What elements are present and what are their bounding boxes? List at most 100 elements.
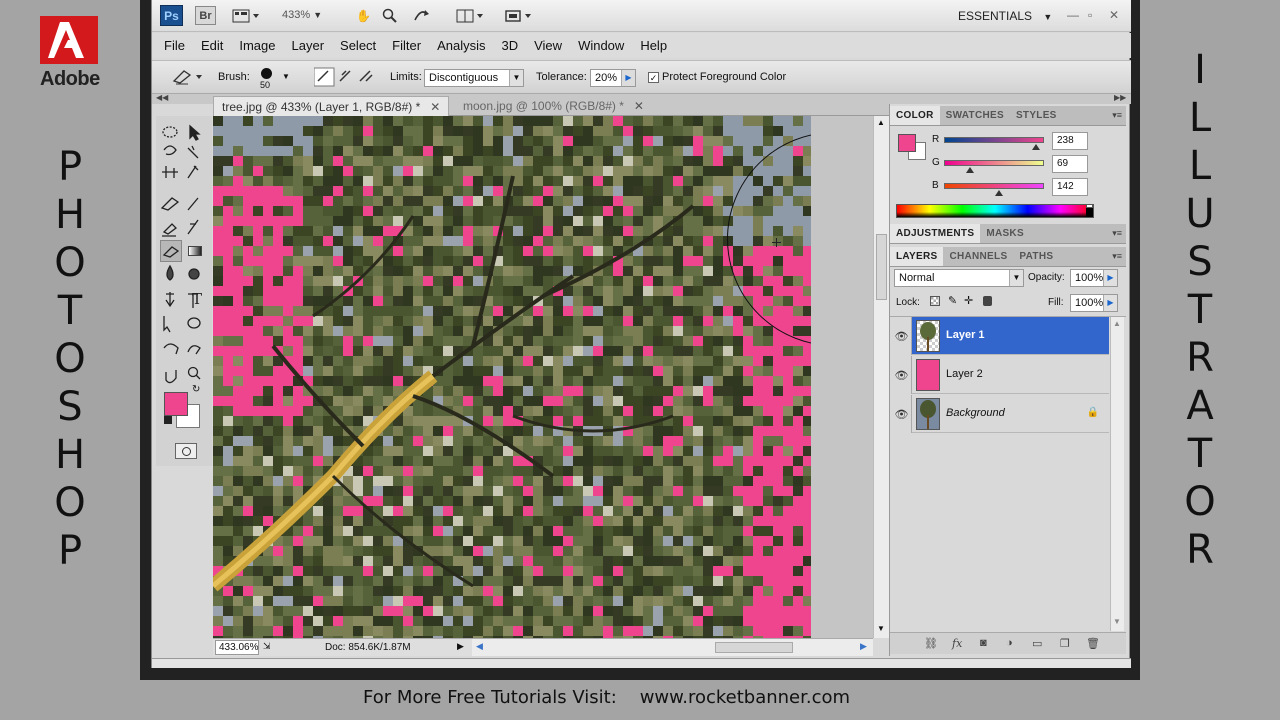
status-menu-arrow-icon[interactable]: ▶ bbox=[457, 641, 464, 652]
scroll-right-icon[interactable]: ▶ bbox=[860, 641, 867, 652]
zoom-tool[interactable] bbox=[188, 364, 206, 382]
path-selection-tool[interactable] bbox=[164, 314, 182, 332]
marquee-tool[interactable] bbox=[164, 126, 182, 144]
brush-picker[interactable]: 50 ▼ bbox=[254, 67, 290, 90]
foreground-color-swatch[interactable] bbox=[164, 392, 188, 416]
close-icon[interactable]: ✕ bbox=[430, 100, 440, 114]
blue-knob[interactable] bbox=[995, 190, 1003, 196]
shape-tool[interactable] bbox=[188, 314, 206, 332]
eye-icon[interactable]: 👁 bbox=[892, 395, 912, 433]
menu-3d[interactable]: 3D bbox=[501, 38, 518, 53]
tab-styles[interactable]: STYLES bbox=[1010, 106, 1063, 125]
scroll-left-icon[interactable]: ◀ bbox=[476, 641, 483, 652]
3d-rotate-tool[interactable] bbox=[164, 340, 182, 358]
red-knob[interactable] bbox=[1032, 144, 1040, 150]
limits-select[interactable]: Discontiguous ▼ bbox=[424, 69, 524, 87]
lock-pixels-icon[interactable]: ✎ bbox=[948, 294, 957, 307]
tab-layers[interactable]: LAYERS bbox=[890, 247, 944, 266]
zoom-tool-button[interactable] bbox=[382, 7, 398, 24]
zoom-field[interactable]: 433.06% bbox=[215, 640, 259, 655]
close-icon[interactable]: ✕ bbox=[634, 99, 644, 113]
opacity-input[interactable]: 100% ▶ bbox=[1070, 269, 1118, 287]
layer-name[interactable]: Background bbox=[946, 407, 1005, 419]
layer-row-background[interactable]: 👁 Background 🔒 bbox=[892, 395, 1109, 433]
quick-selection-tool[interactable] bbox=[188, 146, 206, 164]
eyedropper-tool[interactable] bbox=[188, 166, 206, 184]
layers-scrollbar[interactable]: ▲ ▼ bbox=[1110, 317, 1124, 631]
panel-menu-icon[interactable]: ▾≡ bbox=[1112, 228, 1122, 239]
quick-mask-button[interactable] bbox=[175, 443, 197, 459]
brush-tool[interactable] bbox=[188, 196, 206, 214]
layer-style-icon[interactable]: fx bbox=[952, 637, 962, 650]
eye-icon[interactable]: 👁 bbox=[892, 317, 912, 355]
rotate-view-button[interactable] bbox=[412, 7, 430, 24]
tab-tree[interactable]: tree.jpg @ 433% (Layer 1, RGB/8#) * ✕ bbox=[213, 96, 450, 116]
menu-window[interactable]: Window bbox=[578, 38, 624, 53]
blend-mode-select[interactable]: Normal ▼ bbox=[894, 269, 1024, 287]
layer-row-layer-2[interactable]: 👁 Layer 2 bbox=[892, 356, 1109, 394]
blue-slider[interactable]: B 142 bbox=[932, 178, 1110, 198]
arrange-documents-button[interactable] bbox=[456, 7, 484, 24]
eye-icon[interactable]: 👁 bbox=[892, 356, 912, 394]
red-slider[interactable]: R 238 bbox=[932, 132, 1110, 152]
lock-position-icon[interactable]: ✛ bbox=[964, 294, 973, 307]
green-slider[interactable]: G 69 bbox=[932, 155, 1110, 175]
clone-stamp-tool[interactable] bbox=[164, 220, 182, 238]
3d-orbit-tool[interactable] bbox=[188, 340, 206, 358]
tab-adjustments[interactable]: ADJUSTMENTS bbox=[890, 224, 981, 243]
blur-tool[interactable] bbox=[164, 264, 182, 282]
tab-paths[interactable]: PATHS bbox=[1013, 247, 1059, 266]
default-colors-icon[interactable] bbox=[164, 416, 172, 424]
adjustment-layer-icon[interactable]: ◑ bbox=[1006, 637, 1013, 649]
background-eraser-tool[interactable] bbox=[160, 240, 182, 262]
bridge-button[interactable]: Br bbox=[195, 6, 216, 25]
color-spectrum-bar[interactable] bbox=[896, 204, 1094, 218]
menu-edit[interactable]: Edit bbox=[201, 38, 223, 53]
menu-select[interactable]: Select bbox=[340, 38, 376, 53]
dodge-tool[interactable] bbox=[188, 264, 206, 282]
menu-image[interactable]: Image bbox=[239, 38, 275, 53]
move-tool[interactable] bbox=[188, 126, 206, 144]
tab-channels[interactable]: CHANNELS bbox=[943, 247, 1013, 266]
collapse-tools-icon[interactable]: ◀◀ bbox=[156, 93, 168, 102]
expand-panels-icon[interactable]: ▶▶ bbox=[1114, 93, 1126, 102]
zoom-level-select[interactable]: 433% ▼ bbox=[282, 9, 322, 21]
type-tool[interactable]: T bbox=[188, 290, 206, 308]
menu-filter[interactable]: Filter bbox=[392, 38, 421, 53]
red-ramp[interactable] bbox=[944, 137, 1044, 143]
scroll-down-icon[interactable]: ▼ bbox=[1113, 617, 1121, 626]
gradient-tool[interactable] bbox=[184, 240, 206, 262]
new-layer-icon[interactable]: ❐ bbox=[1060, 637, 1070, 650]
blue-ramp[interactable] bbox=[944, 183, 1044, 189]
tolerance-input[interactable]: 20% ▶ bbox=[590, 69, 636, 87]
green-value-input[interactable]: 69 bbox=[1052, 155, 1088, 173]
healing-brush-tool[interactable] bbox=[164, 196, 182, 214]
history-brush-tool[interactable] bbox=[188, 220, 206, 238]
menu-analysis[interactable]: Analysis bbox=[437, 38, 485, 53]
spectrum-white-chip[interactable] bbox=[1086, 204, 1093, 208]
horizontal-scrollbar[interactable]: ◀ ▶ bbox=[472, 638, 873, 656]
screen-mode-button[interactable] bbox=[504, 7, 532, 24]
crop-tool[interactable] bbox=[164, 166, 182, 184]
pen-tool[interactable] bbox=[164, 290, 182, 308]
green-ramp[interactable] bbox=[944, 160, 1044, 166]
workspace-switcher[interactable]: ESSENTIALS ▼ bbox=[958, 9, 1052, 23]
sampling-mode-buttons[interactable] bbox=[313, 67, 378, 89]
protect-foreground-checkbox[interactable]: ✓ bbox=[648, 72, 659, 83]
menu-help[interactable]: Help bbox=[640, 38, 667, 53]
minimize-button[interactable]: — bbox=[1067, 8, 1079, 22]
document-canvas[interactable] bbox=[213, 116, 873, 638]
hand-tool[interactable] bbox=[164, 364, 182, 382]
tool-preset-picker[interactable] bbox=[170, 67, 206, 89]
layer-row-layer-1[interactable]: 👁 Layer 1 bbox=[892, 317, 1109, 355]
menu-view[interactable]: View bbox=[534, 38, 562, 53]
trash-icon[interactable]: 🗑 bbox=[1086, 637, 1100, 650]
layer-name[interactable]: Layer 2 bbox=[946, 368, 983, 380]
status-export-icon[interactable]: ⇲ bbox=[263, 641, 271, 652]
panel-menu-icon[interactable]: ▾≡ bbox=[1112, 110, 1122, 121]
lasso-tool[interactable] bbox=[164, 146, 182, 164]
menu-layer[interactable]: Layer bbox=[292, 38, 325, 53]
tab-masks[interactable]: MASKS bbox=[980, 224, 1030, 243]
tab-color[interactable]: COLOR bbox=[890, 106, 940, 125]
add-mask-icon[interactable]: ◙ bbox=[980, 637, 987, 649]
